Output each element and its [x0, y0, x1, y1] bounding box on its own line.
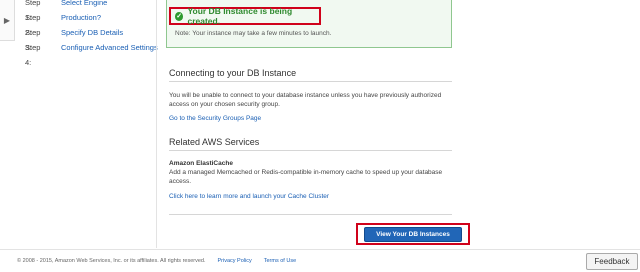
step-link[interactable]: Select Engine: [61, 0, 107, 10]
connect-text: You will be unable to connect to your da…: [169, 92, 442, 108]
terms-of-use-link[interactable]: Terms of Use: [264, 258, 296, 264]
step-link[interactable]: Specify DB Details: [61, 25, 123, 40]
section-divider: [169, 81, 452, 82]
footer: © 2008 - 2015, Amazon Web Services, Inc.…: [17, 258, 296, 264]
status-title: ✓ Your DB Instance is being created.: [169, 6, 321, 26]
status-title-text: Your DB Instance is being created.: [187, 6, 293, 26]
view-db-instances-button[interactable]: View Your DB Instances: [364, 226, 462, 242]
footer-divider: [0, 249, 640, 250]
step-number: Step 4:: [25, 43, 41, 67]
section-divider: [169, 214, 452, 215]
feedback-button[interactable]: Feedback: [586, 253, 638, 270]
connect-heading: Connecting to your DB Instance: [169, 68, 297, 78]
security-groups-link[interactable]: Go to the Security Groups Page: [169, 115, 261, 122]
section-divider: [169, 150, 452, 151]
elasticache-title: Amazon ElastiCache: [169, 160, 233, 167]
chevron-right-icon: ▶: [3, 15, 11, 25]
step-link[interactable]: Production?: [61, 10, 101, 25]
sidebar-divider: [156, 0, 157, 248]
elasticache-link[interactable]: Click here to learn more and launch your…: [169, 193, 329, 200]
elasticache-text: Add a managed Memcached or Redis-compati…: [169, 169, 443, 185]
related-heading: Related AWS Services: [169, 137, 260, 147]
privacy-policy-link[interactable]: Privacy Policy: [218, 258, 252, 264]
view-instances-highlight: View Your DB Instances: [356, 223, 470, 245]
copyright-text: © 2008 - 2015, Amazon Web Services, Inc.…: [17, 258, 206, 264]
step-link[interactable]: Configure Advanced Settings: [61, 40, 158, 55]
check-circle-icon: ✓: [175, 11, 184, 21]
sidebar-toggle-button[interactable]: ▶: [0, 0, 15, 41]
status-message-box: ✓ Your DB Instance is being created. Not…: [166, 0, 452, 48]
status-note: Note: Your instance may take a few minut…: [175, 30, 332, 37]
